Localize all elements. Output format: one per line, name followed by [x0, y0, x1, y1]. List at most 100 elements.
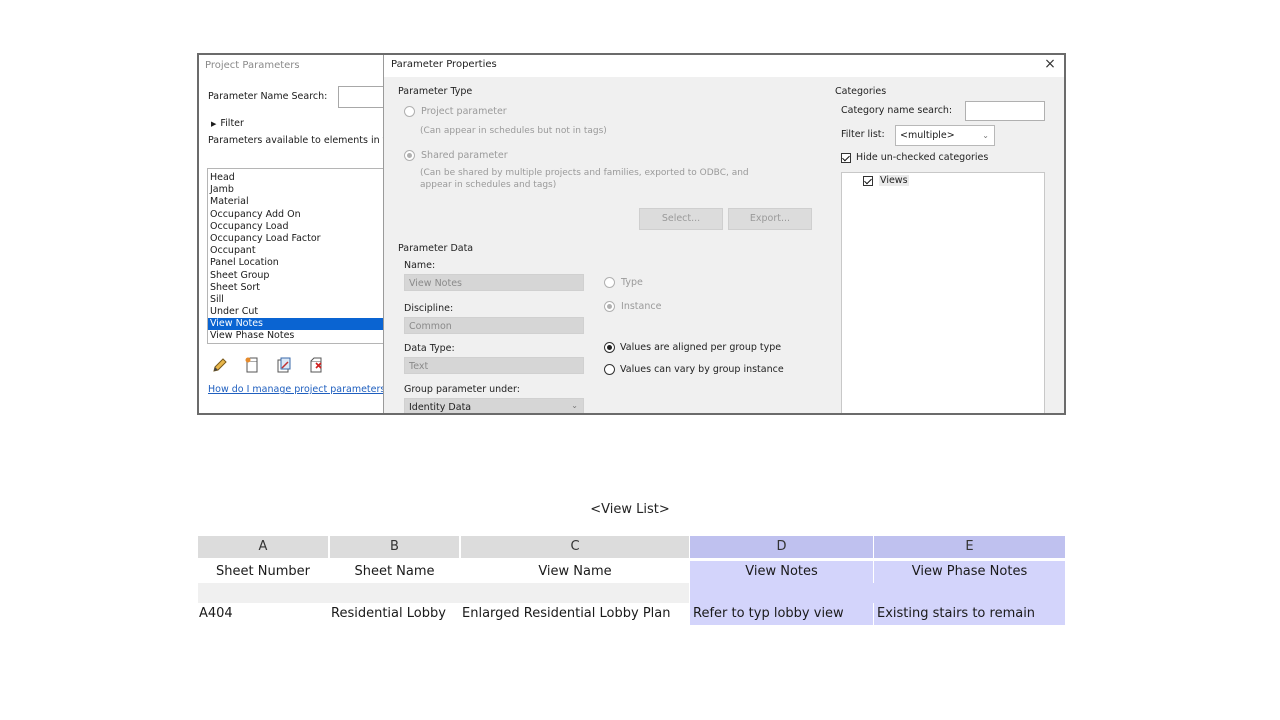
filter-list-select[interactable]: <multiple> ⌄ — [895, 125, 995, 146]
table-cell[interactable]: Existing stairs to remain — [874, 603, 1065, 625]
shared-parameter-option[interactable]: Shared parameter — [404, 150, 508, 161]
type-label: Type — [621, 277, 643, 288]
parameter-list-item[interactable]: Head — [208, 172, 383, 184]
parameter-properties-dialog: Parameter Properties × Parameter Type Pr… — [383, 55, 1064, 413]
chevron-down-icon: ⌄ — [571, 401, 578, 410]
column-name[interactable]: View Name — [461, 561, 689, 583]
parameter-list-item[interactable]: View Notes — [208, 318, 383, 331]
available-parameters-label: Parameters available to elements in this — [208, 135, 383, 146]
values-aligned-option[interactable]: Values are aligned per group type — [604, 342, 781, 353]
parameter-list-item[interactable]: Sheet Group — [208, 270, 383, 282]
parameter-list-item[interactable]: Sheet Sort — [208, 282, 383, 294]
radio-selected-icon — [604, 342, 615, 353]
filter-list-value: <multiple> — [900, 130, 955, 141]
data-type-label: Data Type: — [404, 343, 455, 354]
column-letter-c[interactable]: C — [461, 536, 689, 558]
column-letter-d[interactable]: D — [690, 536, 873, 558]
select-button[interactable]: Select... — [639, 208, 723, 230]
parameter-search-label: Parameter Name Search: — [208, 91, 328, 102]
parameter-data-heading: Parameter Data — [398, 243, 474, 254]
values-vary-option[interactable]: Values can vary by group instance — [604, 364, 784, 375]
project-parameters-dialog: Project Parameters Parameter Name Search… — [199, 55, 383, 413]
parameter-list-item[interactable]: View Phase Notes — [208, 330, 383, 342]
shared-description-line1: (Can be shared by multiple projects and … — [420, 168, 749, 178]
category-search-input[interactable] — [965, 101, 1045, 121]
table-cell[interactable]: Residential Lobby — [330, 603, 459, 625]
category-search-label: Category name search: — [841, 105, 953, 116]
radio-icon — [404, 106, 415, 117]
type-option[interactable]: Type — [604, 277, 643, 288]
parameter-search-input[interactable] — [338, 86, 383, 108]
properties-title: Parameter Properties — [391, 59, 497, 70]
column-name[interactable]: Sheet Number — [198, 561, 328, 583]
parameter-list-item[interactable]: Sill — [208, 294, 383, 306]
table-cell[interactable]: Refer to typ lobby view — [690, 603, 873, 625]
hide-unchecked-toggle[interactable]: Hide un-checked categories — [841, 152, 988, 163]
filter-list-label: Filter list: — [841, 129, 885, 140]
export-button[interactable]: Export... — [728, 208, 812, 230]
instance-label: Instance — [621, 301, 662, 312]
blank-row — [198, 583, 1065, 603]
column-letter-a[interactable]: A — [198, 536, 328, 558]
remove-parameter-icon[interactable] — [307, 356, 325, 374]
blank-cell — [198, 583, 689, 603]
parameter-list-item[interactable]: Jamb — [208, 184, 383, 196]
close-icon[interactable]: × — [1042, 56, 1058, 72]
project-parameter-option[interactable]: Project parameter — [404, 106, 507, 117]
checkbox-checked-icon — [863, 175, 873, 186]
parameter-list-item[interactable]: Occupancy Add On — [208, 209, 383, 221]
column-name-row: Sheet Number Sheet Name View Name View N… — [198, 561, 1065, 583]
project-parameter-label: Project parameter — [421, 106, 507, 117]
expand-triangle-icon: ▶ — [211, 120, 217, 128]
shared-parameter-label: Shared parameter — [421, 150, 508, 161]
table-cell[interactable]: A404 — [198, 603, 328, 625]
filter-toggle[interactable]: ▶ Filter — [211, 118, 244, 129]
column-letter-row: A B C D E — [198, 536, 1065, 558]
categories-tree[interactable]: Views — [841, 172, 1045, 413]
instance-option[interactable]: Instance — [604, 301, 661, 312]
radio-icon — [604, 277, 615, 288]
parameter-list-item[interactable]: Panel Location — [208, 257, 383, 269]
chevron-down-icon: ⌄ — [982, 131, 989, 140]
name-field[interactable]: View Notes — [404, 274, 584, 291]
parameter-list-item[interactable]: Occupant — [208, 245, 383, 257]
project-parameters-title: Project Parameters — [205, 60, 300, 71]
category-item-views[interactable]: Views — [863, 175, 909, 186]
radio-icon — [604, 364, 615, 375]
table-row[interactable]: A404 Residential Lobby Enlarged Resident… — [198, 603, 1065, 625]
modify-parameter-icon[interactable] — [275, 356, 293, 374]
discipline-field[interactable]: Common — [404, 317, 584, 334]
values-aligned-label: Values are aligned per group type — [620, 342, 782, 353]
values-vary-label: Values can vary by group instance — [620, 364, 784, 375]
name-label: Name: — [404, 260, 436, 271]
category-item-label: Views — [879, 175, 909, 186]
new-parameter-icon[interactable] — [243, 356, 261, 374]
shared-description-line2: appear in schedules and tags) — [420, 180, 557, 190]
filter-label: Filter — [220, 118, 244, 129]
categories-heading: Categories — [835, 86, 887, 97]
help-link[interactable]: How do I manage project parameters? — [208, 384, 383, 395]
parameters-list[interactable]: Head Jamb Material Occupancy Add On Occupanc… — [207, 168, 383, 344]
group-parameter-select[interactable]: Identity Data ⌄ — [404, 398, 584, 413]
hide-unchecked-label: Hide un-checked categories — [856, 152, 989, 163]
blank-cell — [690, 583, 1065, 603]
column-name[interactable]: View Phase Notes — [874, 561, 1065, 583]
parameter-list-item[interactable]: Occupancy Load — [208, 221, 383, 233]
parameter-list-item[interactable]: Occupancy Load Factor — [208, 233, 383, 245]
column-letter-b[interactable]: B — [330, 536, 459, 558]
parameter-type-heading: Parameter Type — [398, 86, 473, 97]
edit-pencil-icon[interactable] — [211, 356, 229, 374]
column-letter-e[interactable]: E — [874, 536, 1065, 558]
column-name[interactable]: View Notes — [690, 561, 873, 583]
schedule-title: <View List> — [590, 502, 670, 517]
data-type-field[interactable]: Text — [404, 357, 584, 374]
parameter-list-item[interactable]: Material — [208, 196, 383, 208]
discipline-label: Discipline: — [404, 303, 454, 314]
parameter-toolbar — [211, 356, 325, 374]
radio-selected-icon — [404, 150, 415, 161]
table-cell[interactable]: Enlarged Residential Lobby Plan — [461, 603, 689, 625]
column-name[interactable]: Sheet Name — [330, 561, 459, 583]
group-parameter-label: Group parameter under: — [404, 384, 520, 395]
properties-titlebar: Parameter Properties × — [384, 55, 1064, 77]
parameter-list-item[interactable]: Under Cut — [208, 306, 383, 318]
